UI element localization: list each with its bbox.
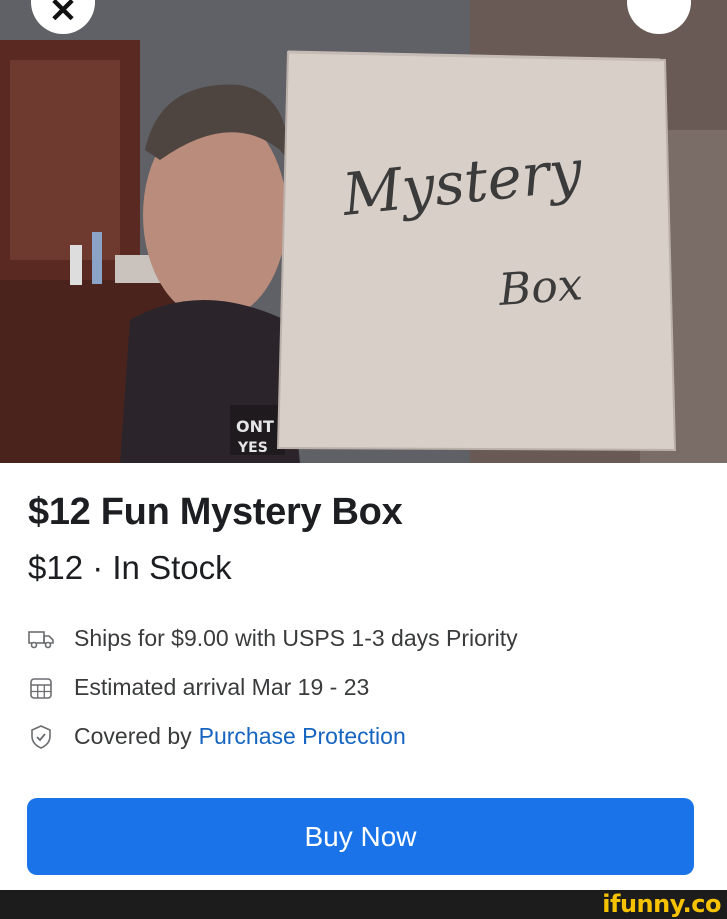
buy-now-button[interactable]: Buy Now — [27, 798, 694, 875]
photo-scene: ONT YES Mystery Box — [0, 0, 727, 463]
protection-row: Covered by Purchase Protection — [28, 723, 406, 750]
listing-details-card: $12 Fun Mystery Box $12 · In Stock Ships… — [0, 463, 727, 890]
shield-check-icon — [28, 724, 54, 750]
shipping-row: Ships for $9.00 with USPS 1-3 days Prior… — [28, 625, 518, 652]
shirt-text: ONT — [236, 417, 274, 436]
shipping-text: Ships for $9.00 with USPS 1-3 days Prior… — [74, 625, 518, 651]
purchase-protection-link[interactable]: Purchase Protection — [199, 723, 406, 750]
truck-icon — [28, 626, 54, 652]
protection-prefix: Covered by — [74, 723, 192, 749]
arrival-text: Estimated arrival Mar 19 - 23 — [74, 674, 370, 700]
shirt-text-2: YES — [237, 440, 268, 456]
price-and-stock: $12 · In Stock — [28, 549, 232, 586]
arrival-row: Estimated arrival Mar 19 - 23 — [28, 674, 369, 701]
listing-title: $12 Fun Mystery Box — [28, 491, 403, 533]
box-label-line2: Box — [496, 259, 584, 316]
calendar-icon — [28, 675, 54, 701]
listing-photo: ONT YES Mystery Box ✕ — [0, 0, 727, 463]
watermark-logo: ifunny.co — [602, 890, 721, 918]
bottom-bar: ifunny.co — [0, 890, 727, 919]
close-icon: ✕ — [48, 0, 78, 30]
